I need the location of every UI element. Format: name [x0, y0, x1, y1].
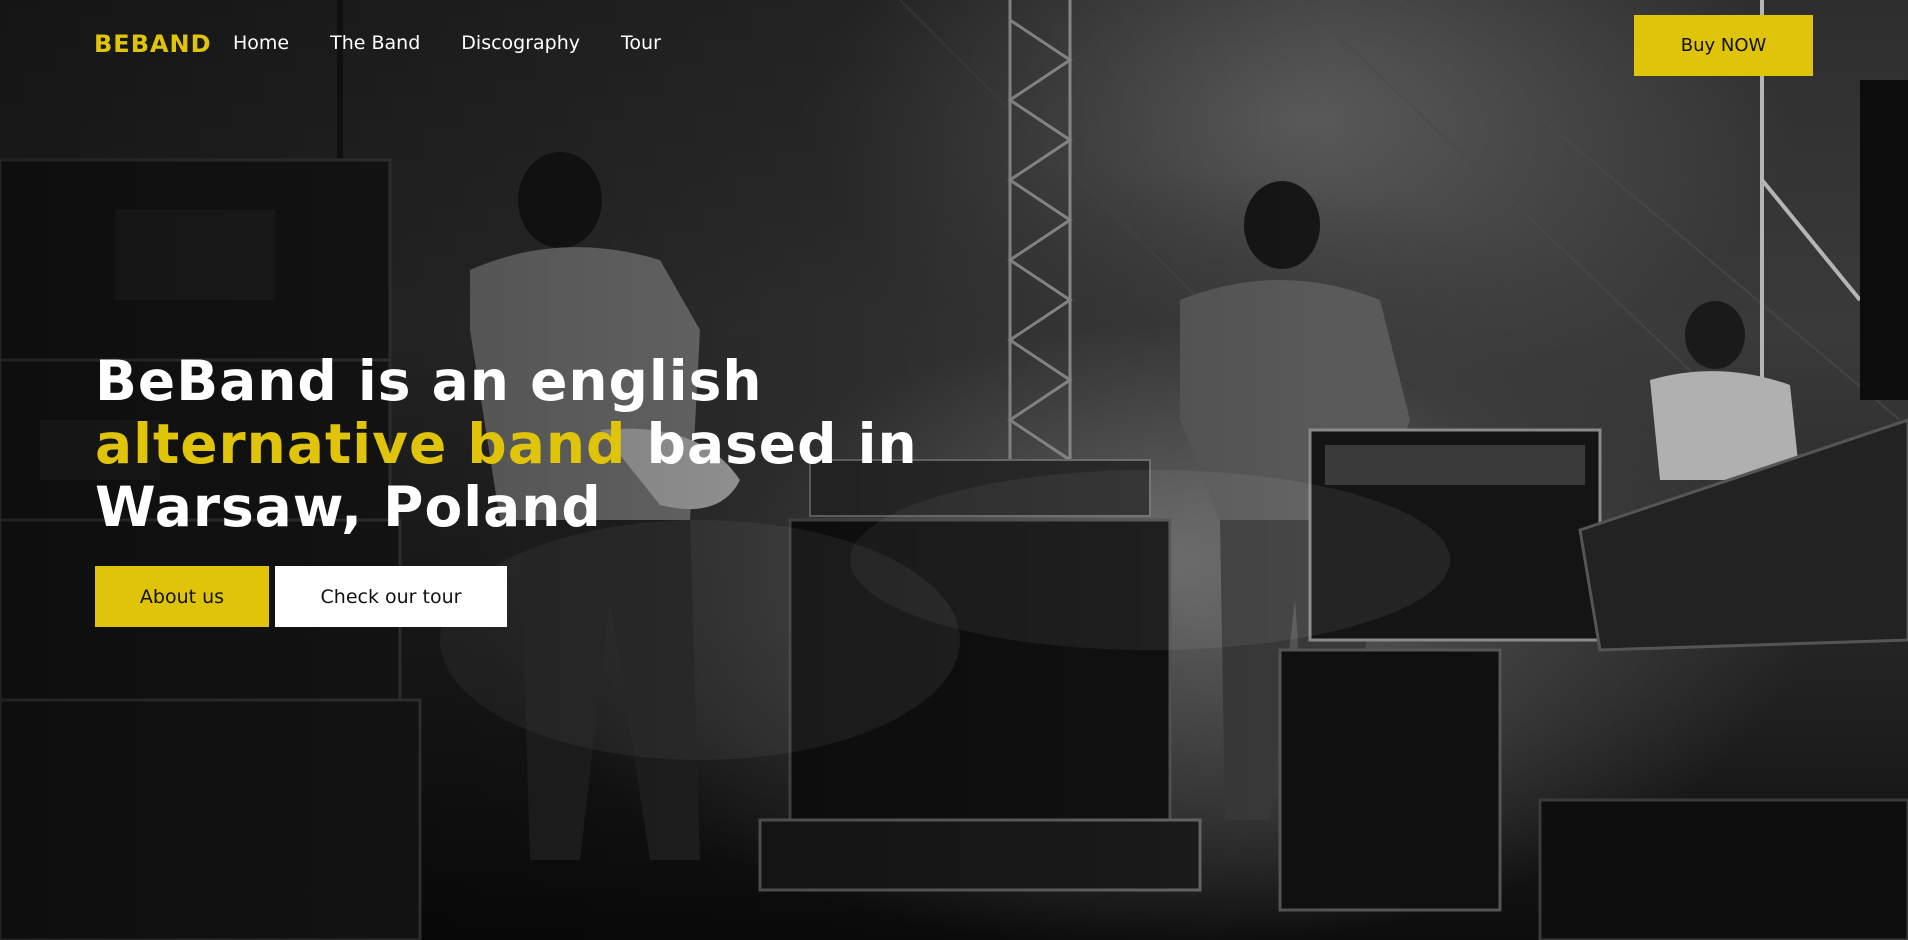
- hero-cta-row: About us Check our tour: [95, 566, 507, 627]
- headline-part1: BeBand is an english: [95, 349, 763, 413]
- nav-link-tour[interactable]: Tour: [621, 32, 661, 54]
- headline-highlight: alternative band: [95, 412, 627, 476]
- nav-link-discography[interactable]: Discography: [461, 32, 580, 54]
- headline-part2: based in: [646, 412, 918, 476]
- top-navigation: BEBAND Home The Band Discography Tour Bu…: [0, 0, 1908, 90]
- about-us-button[interactable]: About us: [95, 566, 269, 627]
- buy-now-button[interactable]: Buy NOW: [1634, 15, 1813, 76]
- site-logo[interactable]: BEBAND: [94, 30, 212, 58]
- nav-link-home[interactable]: Home: [233, 32, 289, 54]
- headline-part3: Warsaw, Poland: [95, 475, 602, 539]
- nav-link-the-band[interactable]: The Band: [330, 32, 420, 54]
- hero-section: BEBAND Home The Band Discography Tour Bu…: [0, 0, 1908, 940]
- hero-headline: BeBand is an english alternative band ba…: [95, 350, 995, 539]
- nav-links: Home The Band Discography Tour: [233, 32, 661, 54]
- check-tour-button[interactable]: Check our tour: [275, 566, 507, 627]
